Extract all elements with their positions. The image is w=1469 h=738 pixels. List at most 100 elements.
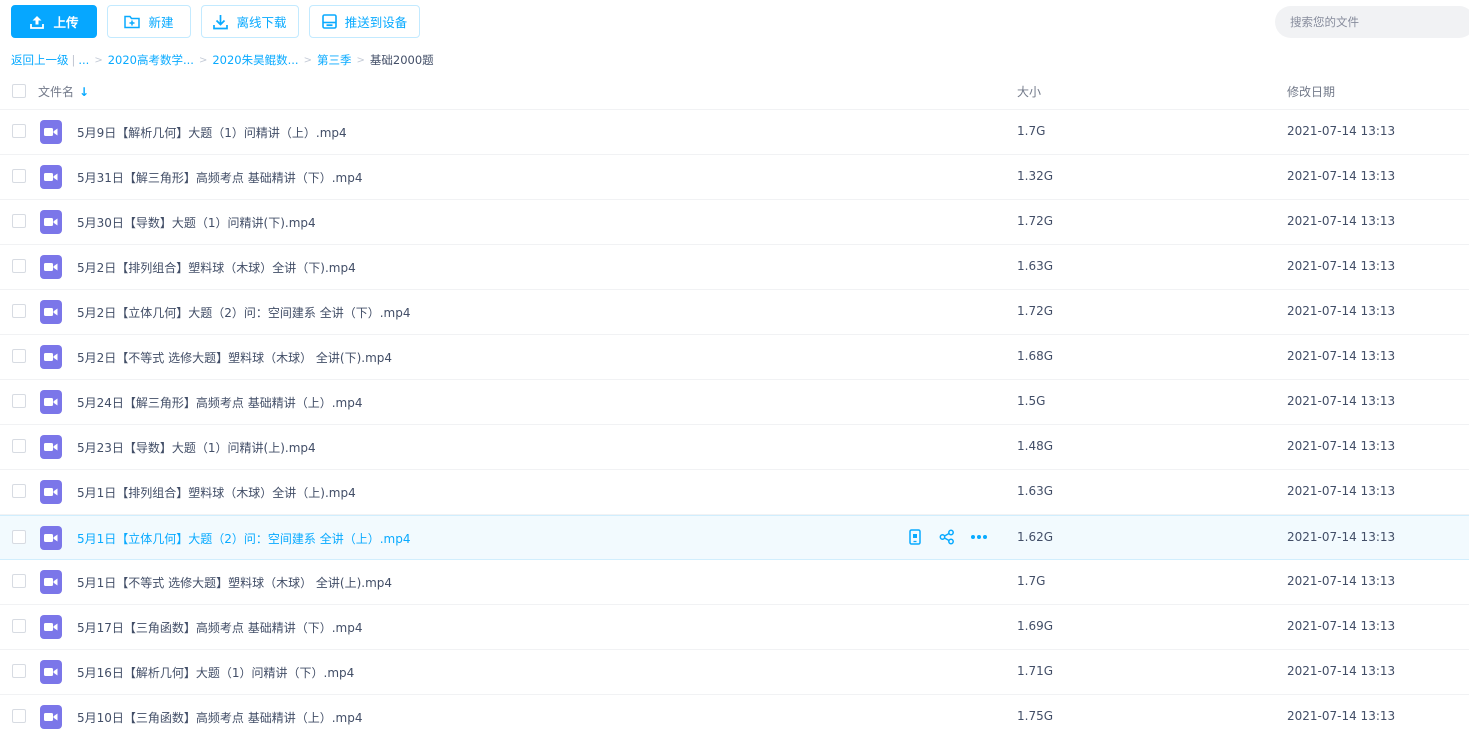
row-checkbox[interactable] [12,124,26,138]
breadcrumb-item[interactable]: 2020朱昊鲲数... [212,52,298,68]
row-checkbox[interactable] [12,304,26,318]
new-label: 新建 [148,15,174,30]
upload-label: 上传 [53,15,79,30]
file-name[interactable]: 5月16日【解析几何】大题（1）问精讲（下）.mp4 [77,664,354,681]
table-row[interactable]: 5月2日【立体几何】大题（2）问：空间建系 全讲（下）.mp4 1.72G 2021… [0,290,1469,335]
video-file-icon [40,255,62,279]
file-size: 1.7G [1017,124,1046,138]
file-name[interactable]: 5月30日【导数】大题（1）问精讲(下).mp4 [77,214,316,231]
file-list: 5月9日【解析几何】大题（1）问精讲（上）.mp4 1.7G 2021-07-14 … [0,110,1469,738]
file-date: 2021-07-14 13:13 [1287,124,1396,138]
breadcrumb-divider: | [71,53,76,67]
file-name[interactable]: 5月10日【三角函数】高频考点 基础精讲（上）.mp4 [77,709,362,726]
file-size: 1.69G [1017,619,1054,633]
table-row[interactable]: 5月2日【不等式 选修大题】塑料球（木球） 全讲(下).mp4 1.68G 2021… [0,335,1469,380]
file-size: 1.72G [1017,304,1054,318]
video-file-icon [40,345,62,369]
breadcrumb-back[interactable]: 返回上一级 [11,52,69,68]
table-row[interactable]: 5月31日【解三角形】高频考点 基础精讲（下）.mp4 1.32G 2021-07-… [0,155,1469,200]
file-name[interactable]: 5月1日【不等式 选修大题】塑料球（木球） 全讲(上).mp4 [77,574,392,591]
file-name[interactable]: 5月2日【立体几何】大题（2）问：空间建系 全讲（下）.mp4 [77,304,410,321]
video-file-icon [40,390,62,414]
row-checkbox[interactable] [12,439,26,453]
video-file-icon [40,660,62,684]
toolbar: 上传 新建 离线下载 推送到设备 [0,0,1469,44]
new-button[interactable]: 新建 [107,5,191,38]
file-size: 1.62G [1017,530,1054,544]
more-icon[interactable] [970,528,988,546]
breadcrumb-item[interactable]: 第三季 [317,52,352,68]
file-date: 2021-07-14 13:13 [1287,439,1396,453]
table-row[interactable]: 5月9日【解析几何】大题（1）问精讲（上）.mp4 1.7G 2021-07-14 … [0,110,1469,155]
file-name[interactable]: 5月2日【不等式 选修大题】塑料球（木球） 全讲(下).mp4 [77,349,392,366]
file-size: 1.48G [1017,439,1054,453]
select-all-checkbox[interactable] [12,84,26,98]
column-header-name-label: 文件名 [38,85,75,99]
row-checkbox[interactable] [12,619,26,633]
row-checkbox[interactable] [12,214,26,228]
column-header-date[interactable]: 修改日期 [1287,83,1335,100]
row-checkbox[interactable] [12,484,26,498]
row-checkbox[interactable] [12,530,26,544]
breadcrumb-separator-icon: > [94,54,103,66]
file-size: 1.7G [1017,574,1046,588]
file-name[interactable]: 5月23日【导数】大题（1）问精讲(上).mp4 [77,439,316,456]
breadcrumb-separator-icon: > [198,54,208,66]
video-file-icon [40,210,62,234]
push-device-icon[interactable] [906,528,924,546]
row-checkbox[interactable] [12,574,26,588]
table-row[interactable]: 5月10日【三角函数】高频考点 基础精讲（上）.mp4 1.75G 2021-07-… [0,695,1469,738]
file-size: 1.63G [1017,484,1054,498]
file-date: 2021-07-14 13:13 [1287,574,1396,588]
breadcrumb-separator-icon: > [356,54,365,66]
row-checkbox[interactable] [12,709,26,723]
column-header-size[interactable]: 大小 [1017,83,1041,100]
row-checkbox[interactable] [12,349,26,363]
breadcrumb-separator-icon: > [303,54,312,66]
upload-button[interactable]: 上传 [11,5,97,38]
table-row[interactable]: 5月24日【解三角形】高频考点 基础精讲（上）.mp4 1.5G 2021-07-1… [0,380,1469,425]
table-row[interactable]: 5月1日【立体几何】大题（2）问：空间建系 全讲（上）.mp4 1.62G 2021… [0,515,1469,560]
file-size: 1.68G [1017,349,1054,363]
breadcrumb-item[interactable]: 2020高考数学... [108,52,194,68]
table-row[interactable]: 5月1日【不等式 选修大题】塑料球（木球） 全讲(上).mp4 1.7G 2021-… [0,560,1469,605]
file-size: 1.63G [1017,259,1054,273]
breadcrumb-ellipsis[interactable]: ... [78,53,89,67]
file-date: 2021-07-14 13:13 [1287,619,1396,633]
breadcrumb-current: 基础2000题 [369,53,434,67]
file-name[interactable]: 5月2日【排列组合】塑料球（木球）全讲（下).mp4 [77,259,356,276]
table-row[interactable]: 5月16日【解析几何】大题（1）问精讲（下）.mp4 1.71G 2021-07-1… [0,650,1469,695]
file-name[interactable]: 5月1日【立体几何】大题（2）问：空间建系 全讲（上）.mp4 [77,530,410,547]
offline-download-button[interactable]: 离线下载 [201,5,299,38]
search-input[interactable] [1275,6,1469,38]
file-size: 1.71G [1017,664,1054,678]
video-file-icon [40,165,62,189]
row-checkbox[interactable] [12,169,26,183]
file-name[interactable]: 5月24日【解三角形】高频考点 基础精讲（上）.mp4 [77,394,362,411]
video-file-icon [40,615,62,639]
upload-icon [30,15,45,29]
file-name[interactable]: 5月17日【三角函数】高频考点 基础精讲（下）.mp4 [77,619,362,636]
video-file-icon [40,526,62,550]
video-file-icon [40,435,62,459]
push-to-device-button[interactable]: 推送到设备 [309,5,420,38]
table-row[interactable]: 5月30日【导数】大题（1）问精讲(下).mp4 1.72G 2021-07-14 … [0,200,1469,245]
table-row[interactable]: 5月23日【导数】大题（1）问精讲(上).mp4 1.48G 2021-07-14 … [0,425,1469,470]
file-name[interactable]: 5月9日【解析几何】大题（1）问精讲（上）.mp4 [77,124,347,141]
push-to-device-label: 推送到设备 [344,15,408,30]
row-checkbox[interactable] [12,394,26,408]
share-icon[interactable] [938,528,956,546]
table-row[interactable]: 5月2日【排列组合】塑料球（木球）全讲（下).mp4 1.63G 2021-07-1… [0,245,1469,290]
table-row[interactable]: 5月17日【三角函数】高频考点 基础精讲（下）.mp4 1.69G 2021-07-… [0,605,1469,650]
file-name[interactable]: 5月1日【排列组合】塑料球（木球）全讲（上).mp4 [77,484,356,501]
new-folder-icon [124,15,141,29]
table-row[interactable]: 5月1日【排列组合】塑料球（木球）全讲（上).mp4 1.63G 2021-07-1… [0,470,1469,515]
column-header-name[interactable]: 文件名 ↓ [38,83,89,100]
file-name[interactable]: 5月31日【解三角形】高频考点 基础精讲（下）.mp4 [77,169,362,186]
file-date: 2021-07-14 13:13 [1287,214,1396,228]
row-checkbox[interactable] [12,664,26,678]
row-checkbox[interactable] [12,259,26,273]
file-size: 1.75G [1017,709,1054,723]
video-file-icon [40,480,62,504]
sort-arrow-icon: ↓ [79,84,90,99]
